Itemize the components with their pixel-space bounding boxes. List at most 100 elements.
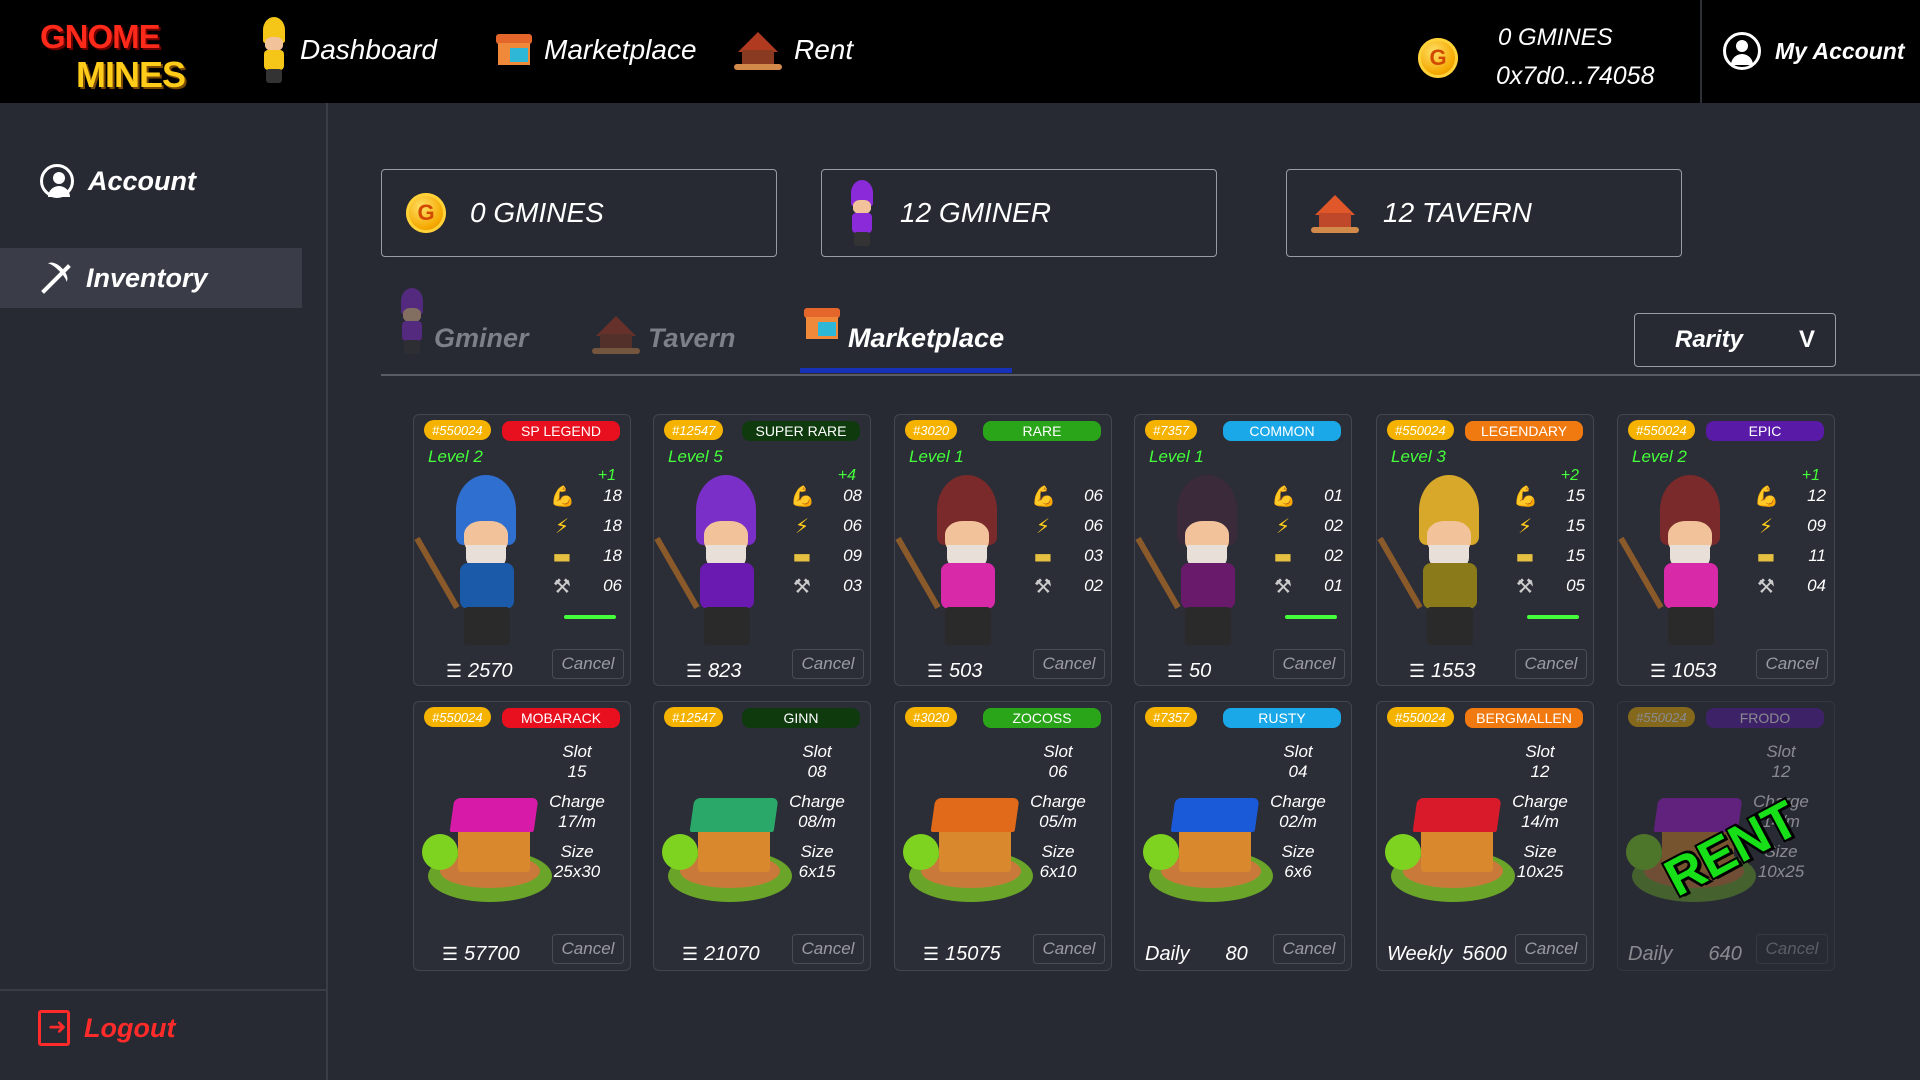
- nav-dashboard[interactable]: Dashboard: [258, 17, 437, 83]
- size-value: 6x6: [1284, 862, 1312, 881]
- stat-row: 💪 15: [1513, 481, 1585, 511]
- size-label: Size: [800, 842, 834, 861]
- pickaxe-icon: [1618, 536, 1664, 610]
- tab-tavern[interactable]: Tavern: [592, 290, 736, 354]
- name-badge: ZOCOSS: [983, 708, 1101, 728]
- gold-icon: ▬: [552, 544, 572, 568]
- tavern-card[interactable]: #3020 ZOCOSS Slot 06 Charge 05/m Size 6x10 ☰ 1507…: [894, 701, 1112, 971]
- stat-value: 09: [1807, 516, 1826, 535]
- price-label: ☰ 15075: [923, 943, 1001, 966]
- charge-label: Charge: [1030, 792, 1086, 811]
- tavern-card[interactable]: #12547 GINN Slot 08 Charge 08/m Size 6x15 ☰ 21070…: [653, 701, 871, 971]
- stat-row: ▬ 09: [790, 541, 862, 571]
- sidebar-item-account[interactable]: Account: [0, 151, 302, 211]
- stat-value: 15: [1566, 486, 1585, 505]
- top-bar: GNOME MINES Dashboard Marketplace Rent G…: [0, 0, 1920, 103]
- miner-card[interactable]: #550024 EPIC Level 2 +1 💪 12 ⚡ 09 ▬ 11 ⚒ 04 ☰ 1053 Can…: [1617, 414, 1835, 686]
- cancel-button[interactable]: Cancel: [1033, 934, 1105, 964]
- logout-button[interactable]: Logout: [38, 1010, 175, 1046]
- name-badge: GINN: [742, 708, 860, 728]
- cancel-button[interactable]: Cancel: [1756, 934, 1828, 964]
- nav-rent[interactable]: Rent: [734, 20, 853, 80]
- cancel-button[interactable]: Cancel: [1515, 649, 1587, 679]
- stat-row: ⚒ 06: [550, 571, 622, 601]
- cancel-button[interactable]: Cancel: [552, 934, 624, 964]
- name-badge: RUSTY: [1223, 708, 1341, 728]
- stat-value: 09: [843, 546, 862, 565]
- tavern-info: Slot 08 Charge 08/m Size 6x15: [782, 742, 852, 892]
- slot-value: 06: [1048, 762, 1068, 781]
- my-account-button[interactable]: My Account: [1723, 32, 1905, 70]
- price-value: 21070: [704, 943, 760, 965]
- active-tab-indicator: [800, 368, 1012, 373]
- cancel-button[interactable]: Cancel: [552, 649, 624, 679]
- tavern-roof: [1170, 798, 1260, 832]
- tree-icon: [1143, 834, 1179, 870]
- cancel-button[interactable]: Cancel: [1515, 934, 1587, 964]
- cancel-button[interactable]: Cancel: [1756, 649, 1828, 679]
- level-label: Level 1: [909, 447, 964, 466]
- price-value: 823: [708, 660, 742, 682]
- gnome-mines-logo[interactable]: GNOME MINES: [38, 14, 188, 95]
- cancel-button[interactable]: Cancel: [1033, 649, 1105, 679]
- stat-row: ⚡ 09: [1754, 511, 1826, 541]
- id-badge: #3020: [905, 707, 958, 727]
- name-badge: FRODO: [1706, 708, 1824, 728]
- token-icon: ☰: [686, 661, 703, 682]
- charge-group: Charge 02/m: [1263, 792, 1333, 832]
- miner-card[interactable]: #550024 SP LEGEND Level 2 +1 💪 18 ⚡ 18 ▬ 18 ⚒ 06 ☰ 25…: [413, 414, 631, 686]
- gnome-icon: [846, 180, 876, 246]
- stat-value: 06: [603, 576, 622, 595]
- gnome-legs: [1668, 607, 1714, 645]
- shop-icon: [804, 308, 840, 340]
- summary-tavern-label: 12 TAVERN: [1383, 197, 1532, 228]
- sidebar-item-inventory[interactable]: Inventory: [0, 248, 302, 308]
- cancel-button[interactable]: Cancel: [1273, 934, 1345, 964]
- cancel-button[interactable]: Cancel: [1273, 649, 1345, 679]
- pickaxe-icon: ⚒: [553, 574, 571, 598]
- pickaxe-icon: ⚒: [1757, 574, 1775, 598]
- coin-icon: G: [406, 193, 446, 233]
- logo-line-1: GNOME: [40, 18, 161, 55]
- logout-icon: [38, 1010, 70, 1046]
- stat-row: 💪 12: [1754, 481, 1826, 511]
- tavern-card[interactable]: #550024 MOBARACK Slot 15 Charge 17/m Size 25x30…: [413, 701, 631, 971]
- tavern-roof: [689, 798, 779, 832]
- gnome-miner-image: [414, 475, 544, 653]
- energy-icon: ⚡: [1275, 514, 1291, 538]
- cancel-button[interactable]: Cancel: [792, 934, 864, 964]
- tree-icon: [422, 834, 458, 870]
- stat-row: ▬ 03: [1031, 541, 1103, 571]
- stat-row: ▬ 18: [550, 541, 622, 571]
- tavern-card[interactable]: #7357 RUSTY Slot 04 Charge 02/m Size 6x6 Daily 80…: [1134, 701, 1352, 971]
- cancel-button[interactable]: Cancel: [792, 649, 864, 679]
- charge-value: 17/m: [558, 812, 596, 831]
- tab-tavern-label: Tavern: [648, 323, 736, 353]
- tab-gminer[interactable]: Gminer: [396, 288, 529, 354]
- miner-card[interactable]: #550024 LEGENDARY Level 3 +2 💪 15 ⚡ 15 ▬ 15 ⚒ 05 ☰ 15…: [1376, 414, 1594, 686]
- tavern-roof: [449, 798, 539, 832]
- charge-label: Charge: [1512, 792, 1568, 811]
- nav-marketplace[interactable]: Marketplace: [496, 20, 697, 80]
- gold-icon: ▬: [1033, 544, 1053, 568]
- stat-value: 03: [1084, 546, 1103, 565]
- stat-value: 06: [1084, 516, 1103, 535]
- stat-list: 💪 15 ⚡ 15 ▬ 15 ⚒ 05: [1513, 481, 1585, 601]
- divider: [0, 989, 328, 991]
- charge-value: 02/m: [1279, 812, 1317, 831]
- pickaxe-icon: [1377, 536, 1423, 610]
- rarity-filter-dropdown[interactable]: Rarity V: [1634, 313, 1836, 367]
- miner-card[interactable]: #7357 COMMON Level 1 💪 01 ⚡ 02 ▬ 02 ⚒ 01 ☰ 50 Cancel: [1134, 414, 1352, 686]
- miner-card[interactable]: #3020 RARE Level 1 💪 06 ⚡ 06 ▬ 03 ⚒ 02 ☰ 503 Cancel: [894, 414, 1112, 686]
- charge-group: Charge 08/m: [782, 792, 852, 832]
- tavern-info: Slot 04 Charge 02/m Size 6x6: [1263, 742, 1333, 892]
- price-value: 503: [949, 660, 983, 682]
- tab-marketplace[interactable]: Marketplace: [804, 290, 1004, 354]
- tavern-info: Slot 06 Charge 05/m Size 6x10: [1023, 742, 1093, 892]
- tavern-card[interactable]: #550024 BERGMALLEN Slot 12 Charge 14/m Size 10x…: [1376, 701, 1594, 971]
- token-icon: ☰: [927, 661, 944, 682]
- price-value: 5600: [1462, 943, 1507, 965]
- miner-card[interactable]: #12547 SUPER RARE Level 5 +4 💪 08 ⚡ 06 ▬ 09 ⚒ 03 ☰ 82…: [653, 414, 871, 686]
- gnome-miner-image: [1618, 475, 1748, 653]
- gold-icon: ▬: [1515, 544, 1535, 568]
